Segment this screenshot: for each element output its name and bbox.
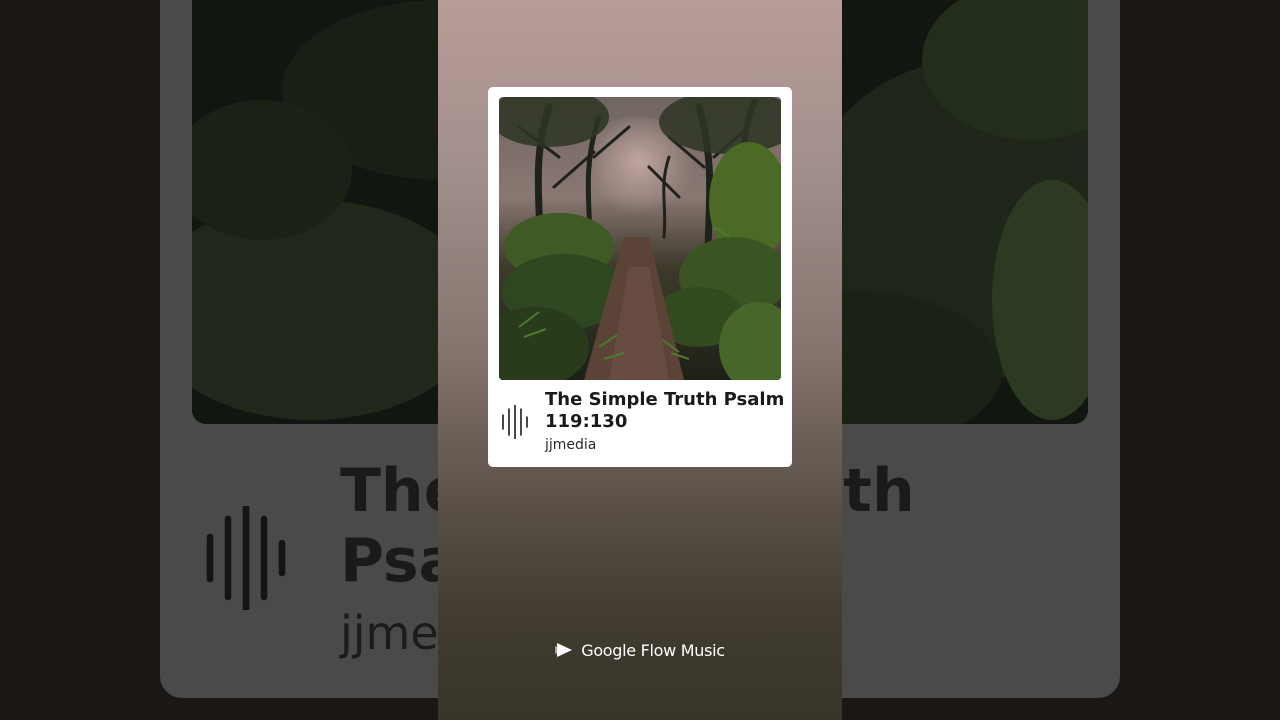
audio-waveform-icon [502,405,528,439]
music-card[interactable]: The Simple Truth Psalm 119:130 jjmedia [488,87,792,467]
short-video-panel: The Simple Truth Psalm 119:130 jjmedia G… [438,0,842,720]
brand-label: Google Flow Music [581,640,725,660]
track-title: The Simple Truth Psalm 119:130 [545,389,785,432]
google-flow-music-branding: Google Flow Music [438,638,842,662]
cover-art-image [499,97,781,380]
artist-name: jjmedia [545,437,597,453]
flow-play-icon [555,643,573,657]
background-waveform-icon [206,506,286,610]
